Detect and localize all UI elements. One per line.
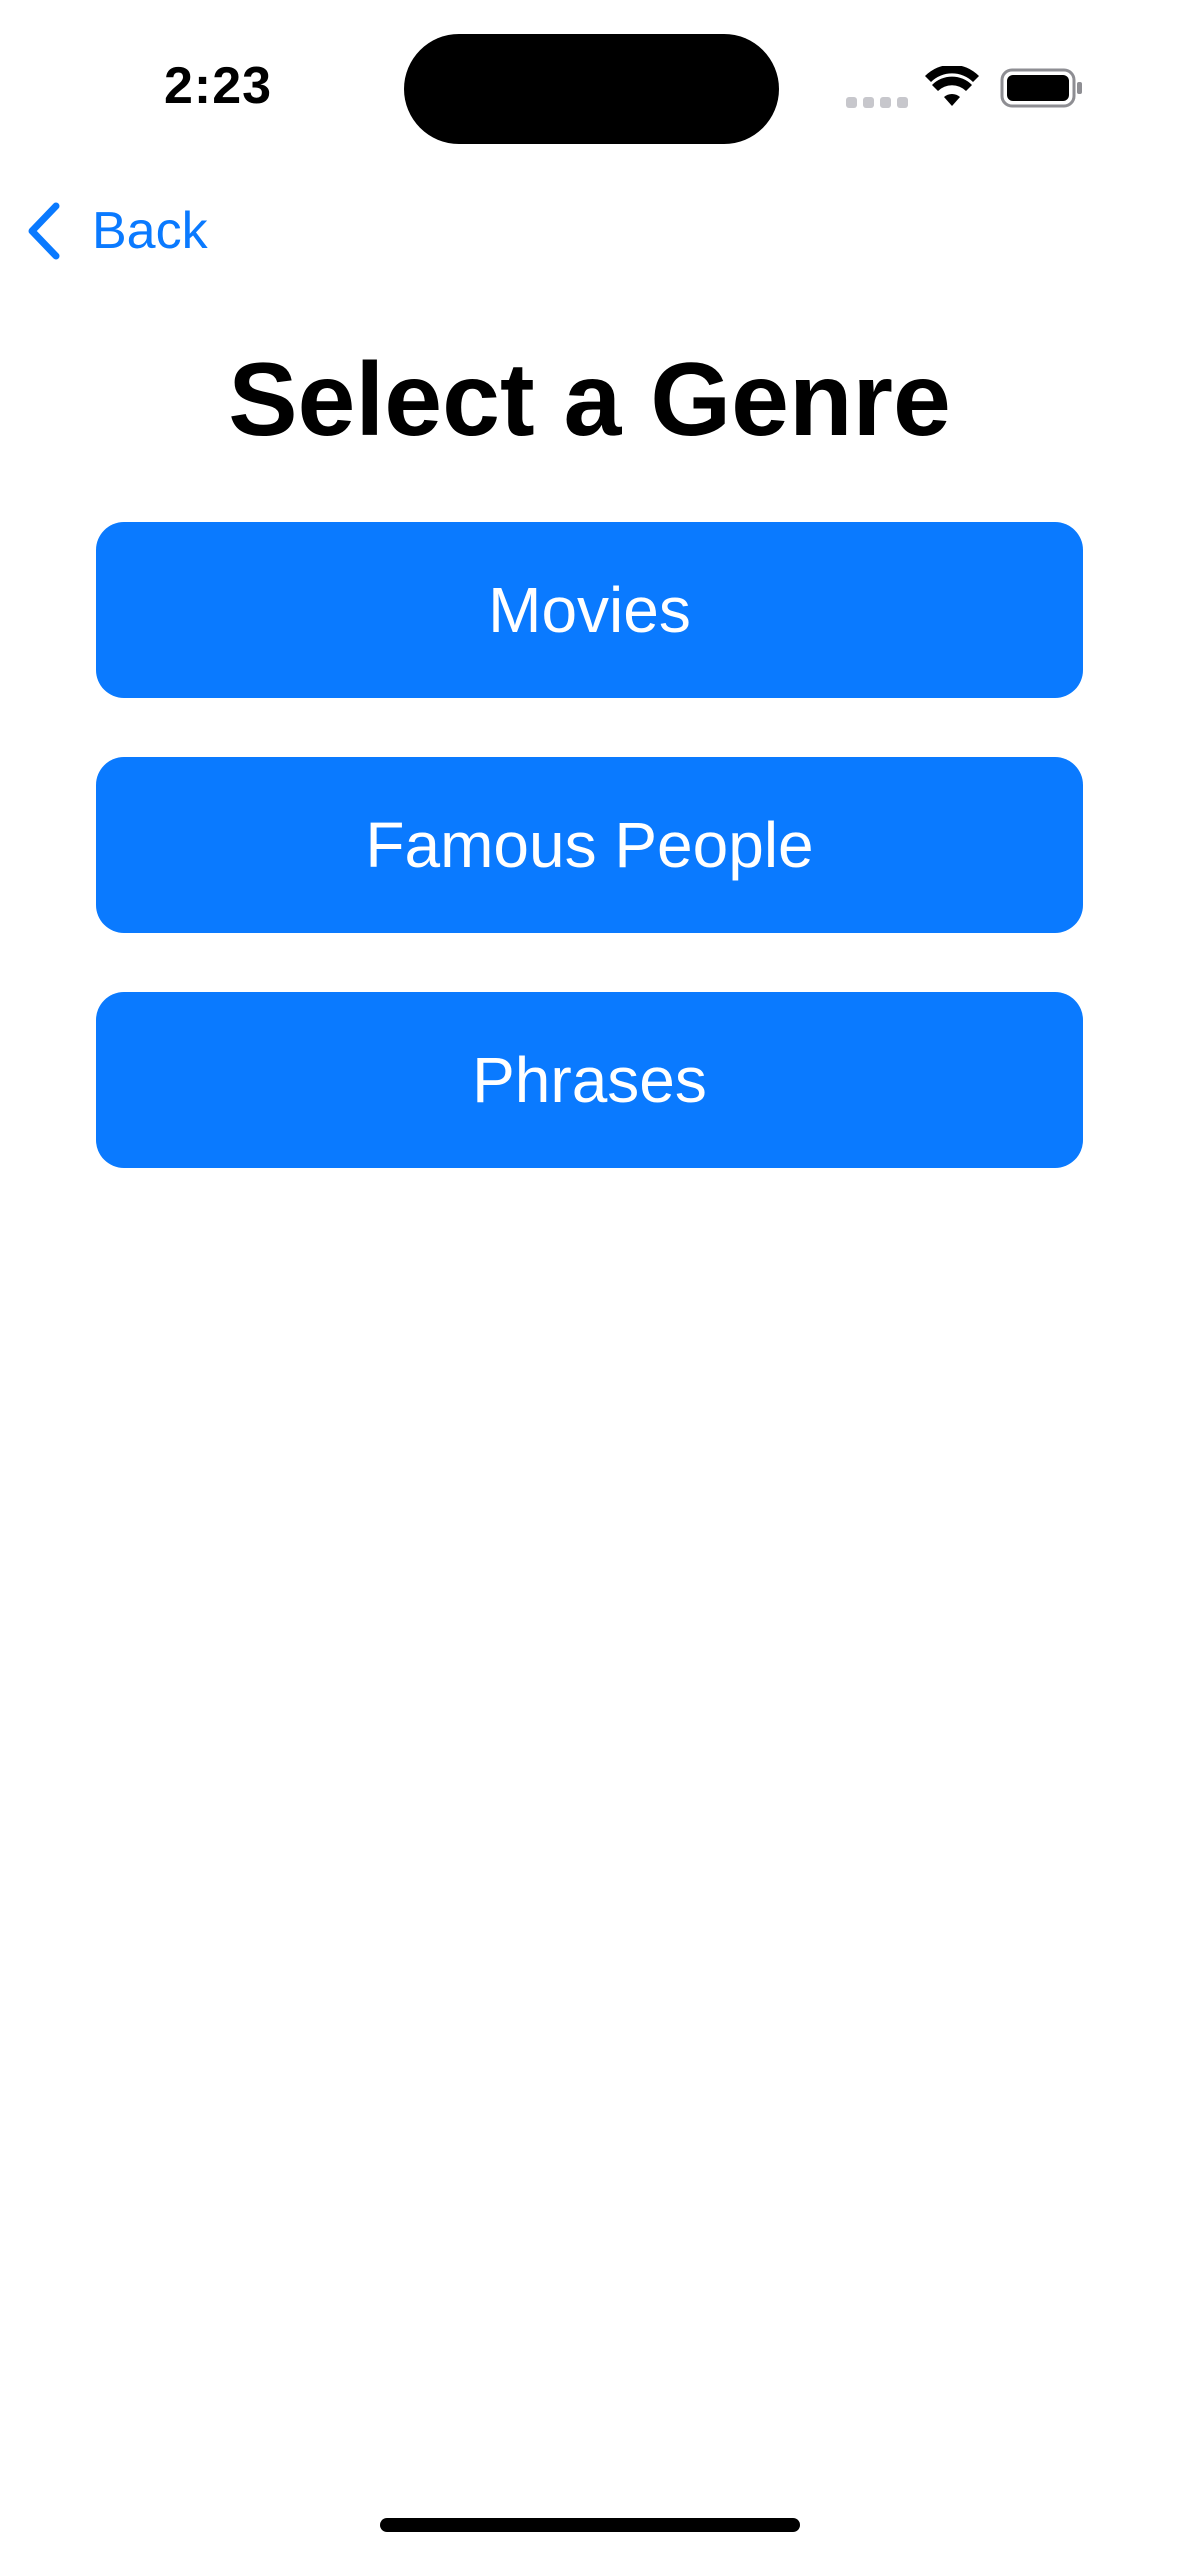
- genre-list: Movies Famous People Phrases: [96, 522, 1083, 1227]
- genre-button-movies[interactable]: Movies: [96, 522, 1083, 698]
- wifi-icon: [925, 66, 979, 106]
- back-button[interactable]: Back: [24, 196, 208, 266]
- status-time: 2:23: [163, 57, 273, 115]
- home-indicator[interactable]: [380, 2518, 800, 2532]
- genre-button-phrases[interactable]: Phrases: [96, 992, 1083, 1168]
- navigation-bar: Back: [0, 180, 1179, 280]
- dynamic-island: [404, 34, 779, 144]
- status-bar: 2:23: [0, 0, 1179, 150]
- signal-icon: [846, 96, 910, 108]
- page-title: Select a Genre: [228, 342, 951, 458]
- battery-icon: [1000, 68, 1082, 108]
- chevron-left-icon: [28, 202, 60, 260]
- back-label: Back: [92, 202, 208, 260]
- genre-button-famous-people[interactable]: Famous People: [96, 757, 1083, 933]
